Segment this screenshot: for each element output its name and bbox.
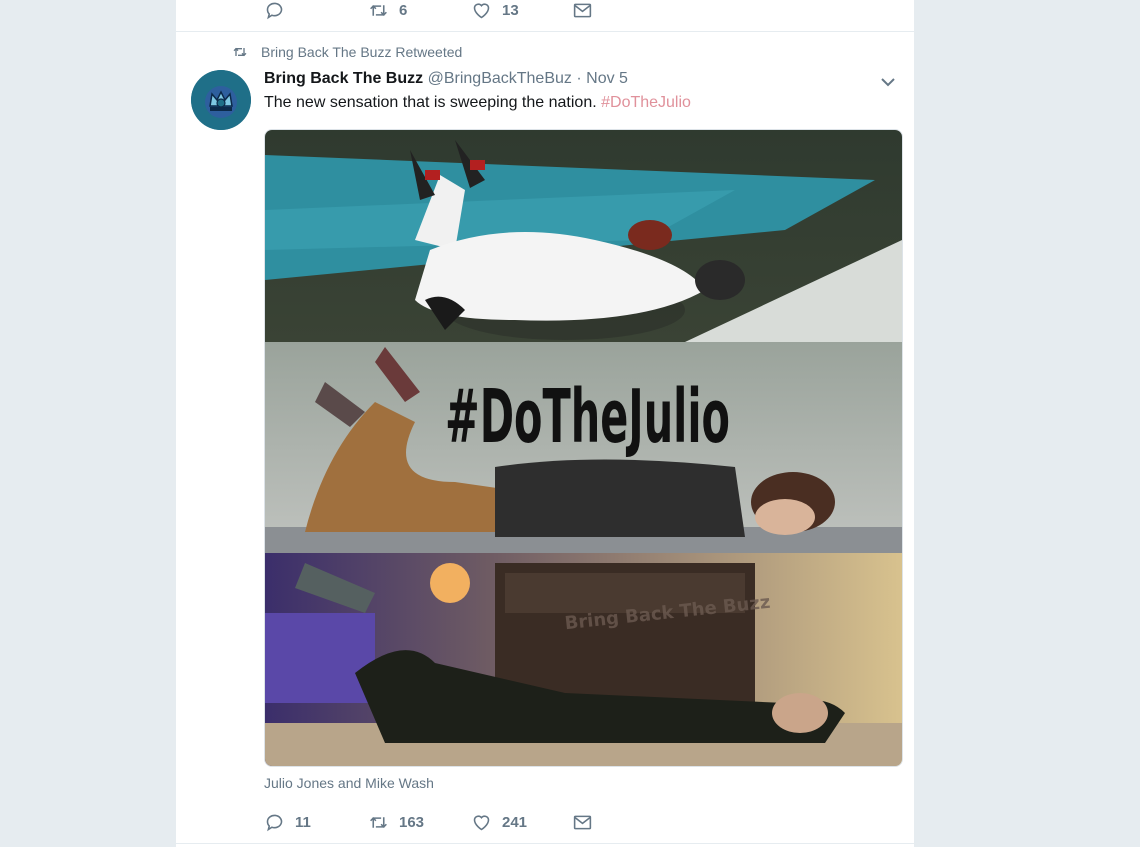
avatar[interactable]: [191, 70, 251, 130]
prev-dm-button[interactable]: [572, 0, 593, 21]
dm-icon: [573, 815, 592, 829]
retweet-count: 163: [399, 813, 425, 831]
retweeted-by-line[interactable]: Bring Back The Buzz Retweeted: [232, 44, 462, 60]
dm-button[interactable]: [572, 812, 593, 833]
timeline-column: 6 13 Bring Back The Buzz Retweeted Bring…: [175, 0, 915, 847]
prev-like-button[interactable]: 13: [471, 0, 572, 21]
media-collage: #DoTheJulio Bring Back The Buzz: [265, 130, 902, 766]
retweet-icon: [370, 4, 387, 16]
panel-living-room: Bring Back The Buzz: [265, 553, 902, 766]
author-handle[interactable]: @BringBackTheBuz: [428, 70, 572, 87]
prev-reply-button[interactable]: [264, 0, 368, 21]
reply-icon: [266, 814, 283, 831]
dm-icon: [573, 3, 592, 17]
retweet-icon: [370, 816, 387, 828]
media-overlay-text: #DoTheJulio: [445, 374, 730, 460]
chevron-down-icon[interactable]: [879, 74, 897, 90]
reply-count: 11: [295, 813, 311, 831]
crown-icon: [191, 70, 251, 130]
tweet-header: Bring Back The Buzz @BringBackTheBuz · N…: [264, 70, 628, 88]
tweet-text: The new sensation that is sweeping the n…: [264, 94, 691, 111]
like-icon: [473, 2, 490, 18]
tweet-media-image[interactable]: #DoTheJulio Bring Back The Buzz: [264, 129, 903, 767]
tweet-actions: 11 163 241: [264, 810, 593, 834]
tweet-date[interactable]: · Nov 5: [576, 70, 628, 87]
like-count: 241: [502, 813, 528, 831]
tweet-divider: [176, 31, 914, 32]
hashtag-link[interactable]: #DoTheJulio: [601, 94, 691, 111]
media-caption: Julio Jones and Mike Wash: [264, 775, 434, 791]
like-button[interactable]: 241: [471, 812, 572, 833]
like-icon: [473, 814, 490, 830]
panel-football-player: [265, 130, 902, 342]
panel-do-the-julio: #DoTheJulio: [265, 342, 902, 553]
retweet-icon: [233, 47, 247, 57]
retweet-button[interactable]: 163: [368, 812, 471, 833]
prev-retweet-button[interactable]: 6: [368, 0, 471, 21]
reply-button[interactable]: 11: [264, 812, 368, 833]
prev-tweet-actions: 6 13: [264, 0, 593, 22]
author-name[interactable]: Bring Back The Buzz: [264, 70, 423, 87]
tweet-divider: [176, 843, 914, 844]
reply-icon: [266, 2, 283, 19]
